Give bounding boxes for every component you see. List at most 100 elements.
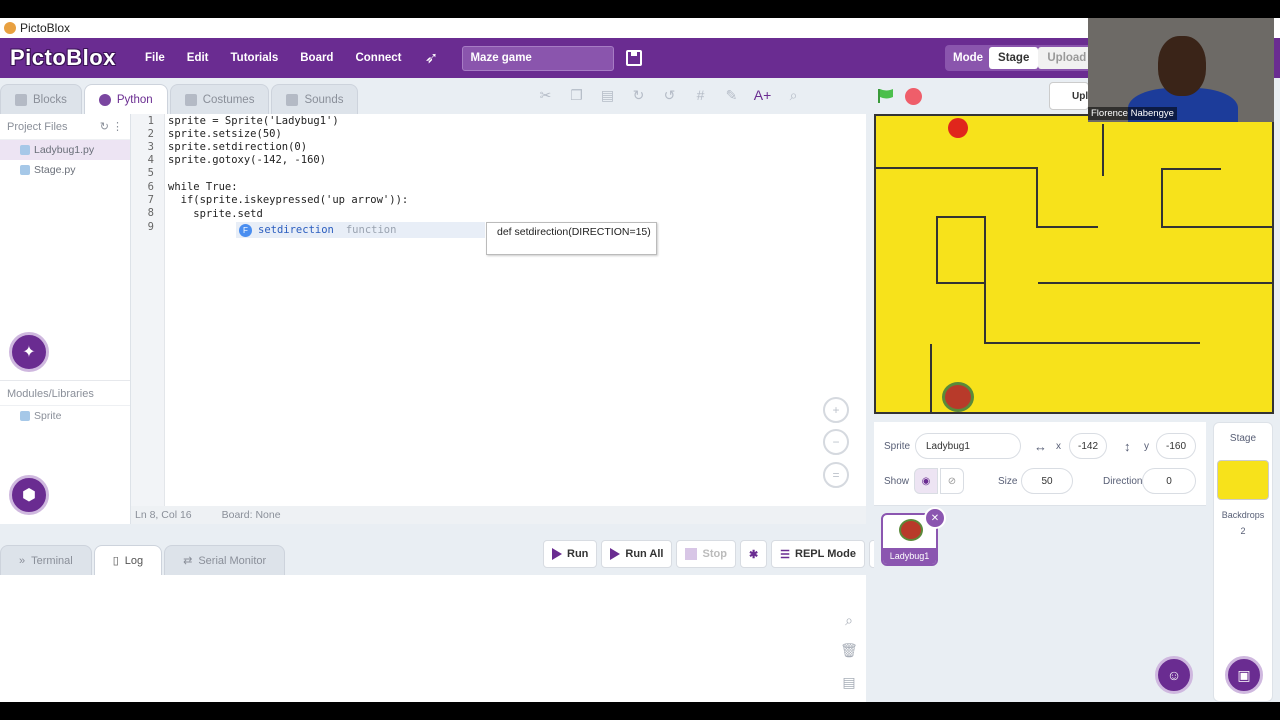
stop-button[interactable]: Stop <box>676 540 736 568</box>
font-size-icon[interactable]: A+ <box>747 84 778 106</box>
log-icon: ▯ <box>112 555 119 567</box>
project-title-input[interactable]: Maze game <box>462 45 615 71</box>
presenter-name: Florence Nabengye <box>1088 107 1177 120</box>
backdrop-thumbnail[interactable] <box>1217 460 1269 500</box>
mode-label: Mode <box>953 52 984 64</box>
code-line: sprite.gotoxy(-142, -160) <box>168 154 327 166</box>
magic-wand-icon[interactable]: ✎ <box>716 84 747 106</box>
maze-wall <box>876 167 1038 169</box>
python-extension-icon[interactable]: ✦ <box>9 332 49 372</box>
upload-code-button[interactable]: Upl <box>1049 82 1089 110</box>
mode-upload-button[interactable]: Upload <box>1038 47 1096 69</box>
zoom-reset-icon[interactable]: = <box>823 462 849 488</box>
mode-stage-button[interactable]: Stage <box>989 47 1039 69</box>
log-output[interactable]: ⌕ 🗑 ▤ <box>0 575 866 702</box>
code-line: sprite.setdirection(0) <box>168 141 308 153</box>
cursor-position: Ln 8, Col 16 <box>135 509 192 521</box>
sprite-name-input[interactable]: Ladybug1 <box>915 433 1021 459</box>
show-hidden-icon[interactable]: ⊘ <box>940 468 964 494</box>
project-files-label: Project Files <box>7 120 68 133</box>
blocks-icon <box>15 93 27 106</box>
refresh-icon[interactable]: ↻ ⋮ <box>100 120 123 133</box>
run-all-button[interactable]: Run All <box>601 540 673 568</box>
extension-cube-icon[interactable]: ⬢ <box>9 475 49 515</box>
module-sprite[interactable]: Sprite <box>20 410 61 422</box>
redo-icon[interactable]: ↻ <box>623 84 654 106</box>
autocomplete-suggestion[interactable]: F setdirection function <box>236 222 485 238</box>
rocket-icon[interactable]: ➶ <box>420 47 442 69</box>
menu-edit[interactable]: Edit <box>187 52 209 64</box>
tab-sounds[interactable]: Sounds <box>271 84 359 114</box>
stop-icon[interactable] <box>905 88 922 105</box>
python-icon <box>98 93 111 106</box>
backdrops-label: Backdrops <box>1221 510 1265 520</box>
size-input[interactable]: 50 <box>1021 468 1073 494</box>
app-logo: PictoBlox <box>10 45 116 70</box>
tab-label: Terminal <box>31 554 73 567</box>
code-editor[interactable]: 1 2 3 4 5 6 7 8 9 sprite = Sprite('Ladyb… <box>131 114 866 506</box>
repl-mode-button[interactable]: ☰ REPL Mode <box>771 540 865 568</box>
maze-wall <box>1102 124 1104 176</box>
maze-wall <box>1161 168 1163 228</box>
maze-wall <box>930 344 932 412</box>
clear-log-icon[interactable]: 🗑 <box>840 641 858 659</box>
menu-connect[interactable]: Connect <box>355 52 401 64</box>
cut-icon[interactable]: ✂ <box>530 84 561 106</box>
app-icon <box>4 22 16 34</box>
tab-serial-monitor[interactable]: ⇄ Serial Monitor <box>164 545 286 575</box>
add-backdrop-icon[interactable]: ▣ <box>1225 656 1263 694</box>
x-input[interactable]: -142 <box>1069 433 1107 459</box>
export-log-icon[interactable]: ▤ <box>840 673 858 691</box>
menu-file[interactable]: File <box>145 52 165 64</box>
delete-sprite-icon[interactable]: ✕ <box>924 507 946 529</box>
suggestion-name: setdirection <box>258 224 334 236</box>
editor-tabs: Blocks Python Costumes Sounds <box>0 84 359 114</box>
window-title: PictoBlox <box>20 21 71 35</box>
direction-label: Direction <box>1103 476 1143 487</box>
maze-wall <box>936 282 986 284</box>
search-log-icon[interactable]: ⌕ <box>840 611 858 629</box>
y-label: y <box>1144 441 1149 452</box>
stage-canvas[interactable] <box>874 114 1274 414</box>
line-number: 1 <box>147 115 154 127</box>
y-input[interactable]: -160 <box>1156 433 1196 459</box>
debug-button[interactable]: ✱ <box>739 540 768 568</box>
file-stage[interactable]: Stage.py <box>0 160 130 180</box>
tab-label: Python <box>116 93 153 106</box>
sprite-info-panel: Sprite Ladybug1 ↔ x -142 ↕ y -160 Show ◉… <box>874 422 1206 506</box>
search-icon[interactable]: ⌕ <box>778 84 809 106</box>
copy-icon[interactable]: ❐ <box>561 84 592 106</box>
undo-icon[interactable]: ↺ <box>654 84 685 106</box>
add-sprite-icon[interactable]: ☺ <box>1155 656 1193 694</box>
save-icon[interactable] <box>626 50 643 66</box>
tab-blocks[interactable]: Blocks <box>0 84 82 114</box>
tab-costumes[interactable]: Costumes <box>169 84 270 114</box>
show-visible-icon[interactable]: ◉ <box>914 468 938 494</box>
project-files-panel: Project Files ↻ ⋮ Ladybug1.py Stage.py ✦… <box>0 114 131 524</box>
code-line: while True: <box>168 181 238 193</box>
comment-icon[interactable]: # <box>685 84 716 106</box>
maze-wall <box>936 216 984 218</box>
direction-input[interactable]: 0 <box>1142 468 1196 494</box>
paste-icon[interactable]: ▤ <box>592 84 623 106</box>
tab-log[interactable]: ▯ Log <box>93 545 163 575</box>
size-label: Size <box>998 476 1018 487</box>
apple-icon <box>948 118 968 138</box>
tab-terminal[interactable]: » Terminal <box>0 545 92 575</box>
menu-tutorials[interactable]: Tutorials <box>231 52 279 64</box>
tab-label: Blocks <box>33 93 67 106</box>
ladybug-icon <box>899 519 923 541</box>
python-file-icon <box>20 165 30 175</box>
ladybug-sprite[interactable] <box>942 382 974 412</box>
line-gutter: 1 2 3 4 5 6 7 8 9 <box>131 114 165 506</box>
green-flag-icon[interactable] <box>877 88 895 104</box>
run-button[interactable]: Run <box>543 540 598 568</box>
horizontal-arrows-icon: ↔ <box>1034 439 1047 454</box>
zoom-in-icon[interactable]: + <box>823 397 849 423</box>
file-name: Stage.py <box>34 164 76 176</box>
file-name: Ladybug1.py <box>34 144 95 156</box>
tab-python[interactable]: Python <box>83 84 168 114</box>
menu-board[interactable]: Board <box>300 52 333 64</box>
zoom-out-icon[interactable]: − <box>823 429 849 455</box>
file-ladybug1[interactable]: Ladybug1.py <box>0 140 130 160</box>
